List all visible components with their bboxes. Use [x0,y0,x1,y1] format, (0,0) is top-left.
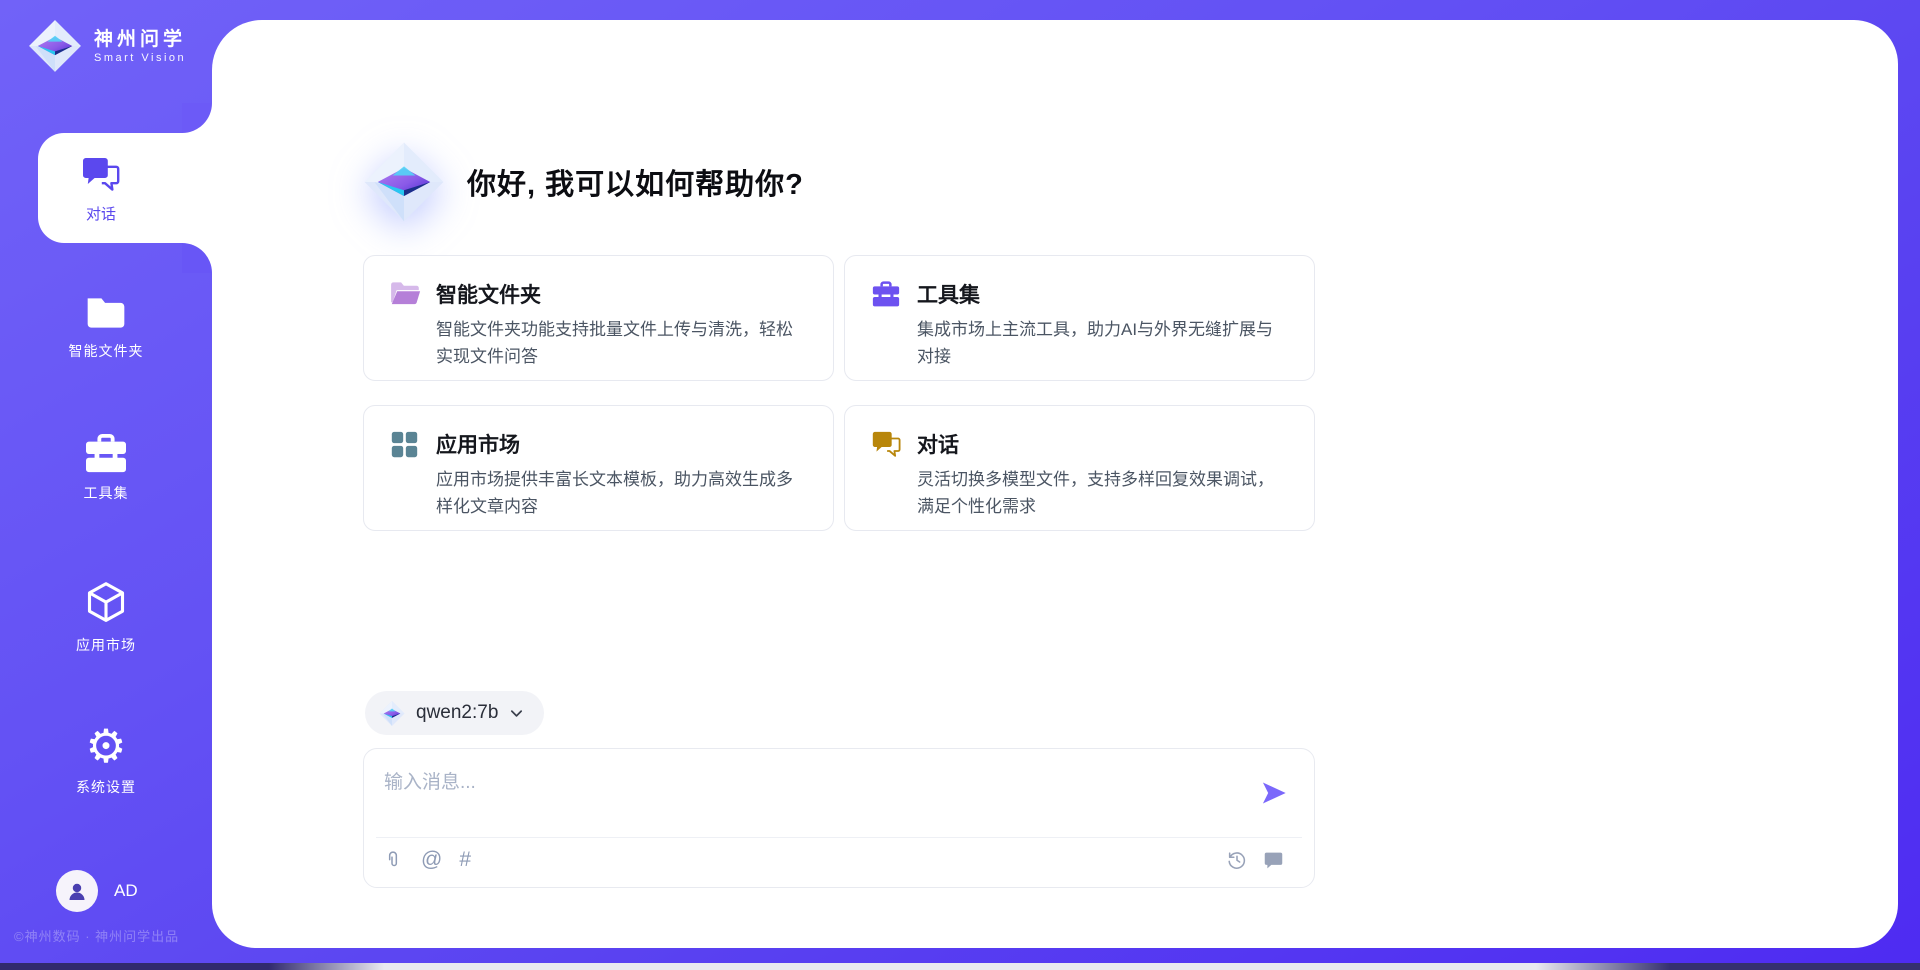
card-description: 应用市场提供丰富长文本模板，助力高效生成多样化文章内容 [436,466,809,530]
sidebar-item-label: 工具集 [84,483,129,503]
active-tab-scoop-top [182,103,212,133]
sidebar-item-label: 对话 [86,203,116,224]
avatar [56,870,98,912]
sidebar-item-app-market[interactable]: 应用市场 [0,580,212,655]
model-logo-icon [379,700,405,727]
folder-icon [84,294,128,332]
chevron-down-icon [509,706,524,721]
greeting-logo-icon [363,140,445,224]
app-name: 神州问学 [94,28,186,52]
card-description: 集成市场上主流工具，助力AI与外界无缝扩展与对接 [917,316,1290,380]
sidebar-item-label: 智能文件夹 [69,341,144,361]
card-chat[interactable]: 对话 灵活切换多模型文件，支持多样回复效果调试，满足个性化需求 [844,405,1315,531]
paperclip-icon[interactable] [382,849,404,871]
card-toolbox[interactable]: 工具集 集成市场上主流工具，助力AI与外界无缝扩展与对接 [844,255,1315,381]
greeting: 你好, 我可以如何帮助你? [363,140,804,224]
card-description: 智能文件夹功能支持批量文件上传与清洗，轻松实现文件问答 [436,316,809,380]
content: 你好, 我可以如何帮助你? 智能文件夹 智能文件夹功能支持批量文件上传与清洗，轻… [363,0,1315,970]
app-subtitle: Smart Vision [94,52,186,64]
message-composer: @ # [363,748,1315,888]
taskbar-edge [0,963,1920,970]
card-app-market[interactable]: 应用市场 应用市场提供丰富长文本模板，助力高效生成多样化文章内容 [363,405,834,531]
user-name: AD [114,881,138,901]
gear-icon: ⚙ [85,724,126,768]
card-description: 灵活切换多模型文件，支持多样回复效果调试，满足个性化需求 [917,466,1290,530]
sidebar-item-toolbox[interactable]: 工具集 [0,434,212,503]
open-folder-icon [390,278,436,310]
card-title: 应用市场 [436,428,809,460]
card-smart-folder[interactable]: 智能文件夹 智能文件夹功能支持批量文件上传与清洗，轻松实现文件问答 [363,255,834,381]
chat-bubbles-icon [81,153,121,195]
card-title: 智能文件夹 [436,278,809,310]
composer-divider [376,837,1302,838]
greeting-text: 你好, 我可以如何帮助你? [467,161,804,203]
sidebar-item-label: 应用市场 [76,635,136,655]
sidebar-item-smart-folder[interactable]: 智能文件夹 [0,294,212,361]
sidebar-item-label: 系统设置 [76,777,136,797]
mention-icon[interactable]: @ [421,849,442,871]
composer-tools-left: @ # [382,849,471,871]
feature-cards: 智能文件夹 智能文件夹功能支持批量文件上传与清洗，轻松实现文件问答 工具集 集成… [363,255,1315,531]
model-selector[interactable]: qwen2:7b [365,691,544,735]
toolbox-icon [83,434,129,474]
chat-bubbles-icon [871,428,917,460]
sidebar-item-settings[interactable]: ⚙ 系统设置 [0,724,212,797]
message-input[interactable] [364,749,1264,837]
app-logo: 神州问学 Smart Vision [28,18,186,74]
app-logo-icon [28,18,82,74]
feedback-icon[interactable] [1262,849,1284,871]
active-tab-scoop-bottom [182,243,212,273]
user-icon [65,879,89,903]
card-title: 工具集 [917,278,1290,310]
sidebar: 神州问学 Smart Vision 对话 智能文件夹 工具集 应用市场 ⚙ 系统… [0,0,212,970]
card-title: 对话 [917,428,1290,460]
app-grid-icon [390,428,436,460]
sidebar-footer: ©神州数码 · 神州问学出品 [14,926,179,945]
composer-tools-right [1226,849,1284,871]
cube-icon [84,580,128,626]
send-icon[interactable] [1260,779,1288,807]
toolbox-icon [871,278,917,310]
sidebar-item-chat[interactable]: 对话 [38,133,214,243]
model-name: qwen2:7b [416,702,498,724]
hashtag-icon[interactable]: # [459,849,471,871]
history-icon[interactable] [1226,849,1248,871]
user-menu[interactable]: AD [56,870,138,912]
